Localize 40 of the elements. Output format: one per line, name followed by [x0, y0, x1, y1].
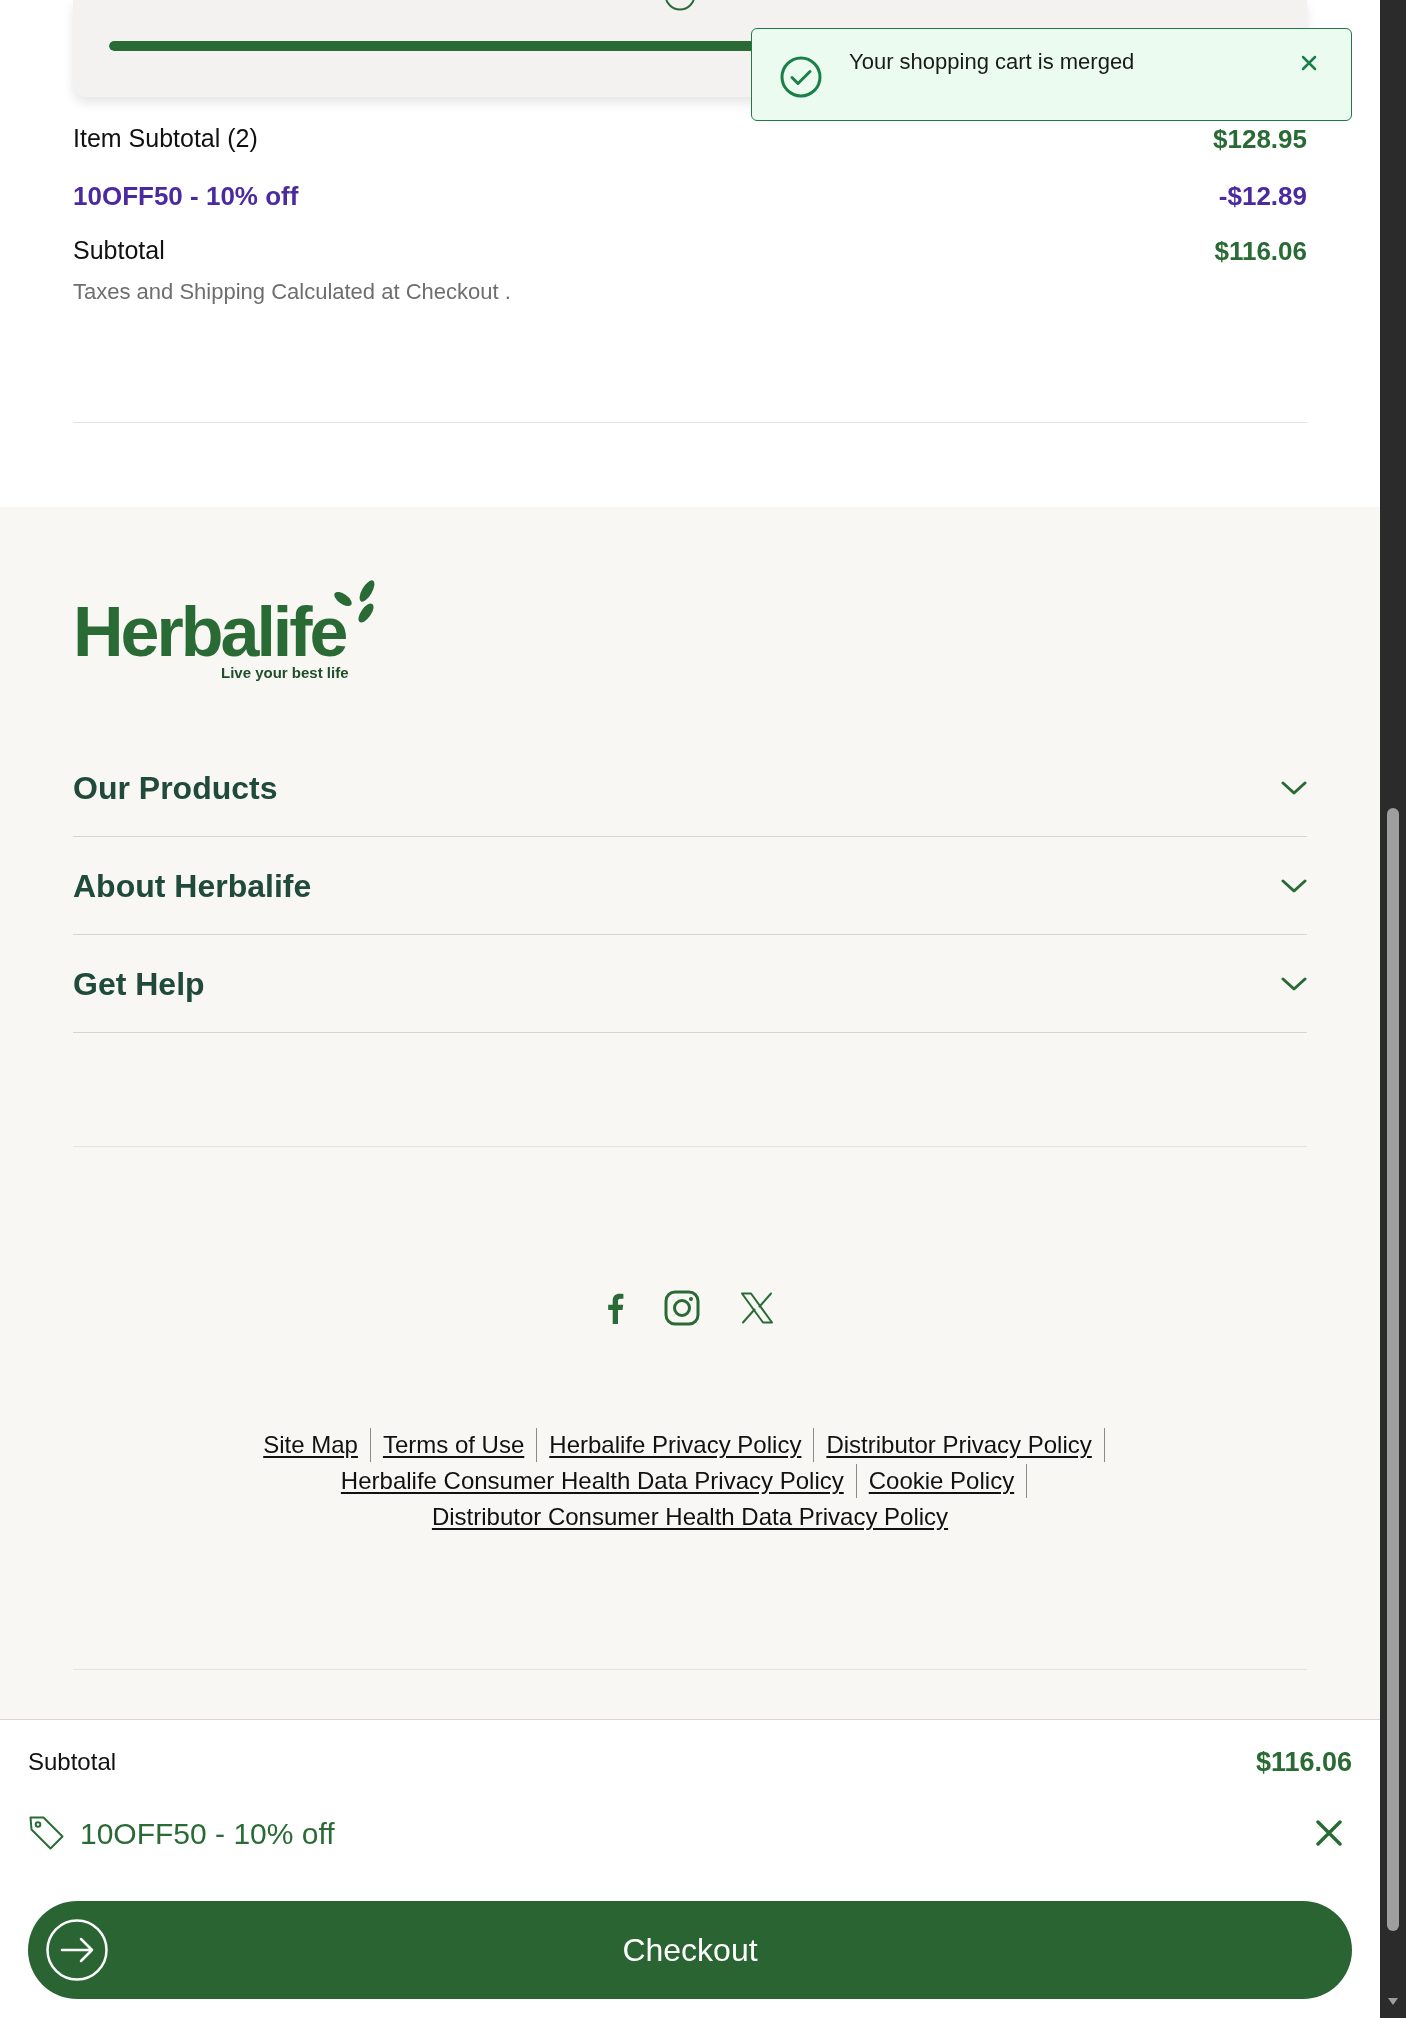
chevron-icon[interactable] [1281, 877, 1307, 894]
tag-icon [28, 1814, 66, 1852]
check-circle-icon [780, 56, 822, 98]
logo-tagline: Live your best life [221, 665, 350, 680]
item-subtotal-label: Item Subtotal (2) [73, 123, 258, 155]
footer-link[interactable]: Herbalife Privacy Policy [549, 1430, 802, 1460]
footer-link[interactable]: Distributor Consumer Health Data Privacy Policy [431, 1502, 949, 1532]
footer-link[interactable]: Herbalife Consumer Health Data Privacy Policy [340, 1466, 844, 1496]
scroll-down-arrow-icon[interactable] [1388, 1998, 1398, 2005]
checkout-button[interactable]: Checkout [28, 1901, 1352, 1999]
close-icon [1316, 1820, 1342, 1846]
discount-value: -$12.89 [1218, 179, 1307, 213]
x-logo-icon[interactable] [740, 1292, 774, 1324]
facebook-icon[interactable] [606, 1292, 624, 1324]
scrollbar-thumb[interactable] [1387, 808, 1399, 1931]
chevron-icon[interactable] [1281, 975, 1307, 992]
checkout-note: Taxes and Shipping Calculated at Checkout . [73, 277, 511, 306]
close-icon [1301, 55, 1317, 71]
accordion-header[interactable]: About Herbalife [73, 861, 312, 910]
promo-code: 10OFF50 - 10% off [80, 1815, 335, 1852]
close-button[interactable] [1299, 53, 1319, 73]
accordion-header[interactable]: Our Products [73, 763, 278, 812]
subtotal-label: Subtotal [73, 235, 165, 267]
item-subtotal-value: $128.95 [1213, 122, 1307, 156]
toast-message: Your shopping cart is merged [849, 48, 1135, 76]
remove-promo-button[interactable] [1314, 1818, 1344, 1848]
logo-wordmark[interactable]: Herbalife [73, 597, 346, 667]
accordion-header[interactable]: Get Help [73, 959, 205, 1008]
instagram-icon[interactable] [664, 1290, 700, 1326]
footer-link[interactable]: Terms of Use [382, 1430, 525, 1460]
subtotal-value: $116.06 [1214, 234, 1307, 268]
info-icon[interactable] [664, 0, 696, 11]
chevron-icon[interactable] [1281, 779, 1307, 796]
footer-link[interactable]: Cookie Policy [868, 1466, 1015, 1496]
subtotal-label: Subtotal [28, 1747, 117, 1777]
footer-link[interactable]: Site Map [263, 1430, 358, 1460]
arrow-circle-icon [46, 1919, 108, 1981]
subtotal-value: $116.06 [1255, 1745, 1352, 1779]
discount-label: 10OFF50 - 10% off [73, 179, 299, 213]
footer-link[interactable]: Distributor Privacy Policy [826, 1430, 1092, 1460]
